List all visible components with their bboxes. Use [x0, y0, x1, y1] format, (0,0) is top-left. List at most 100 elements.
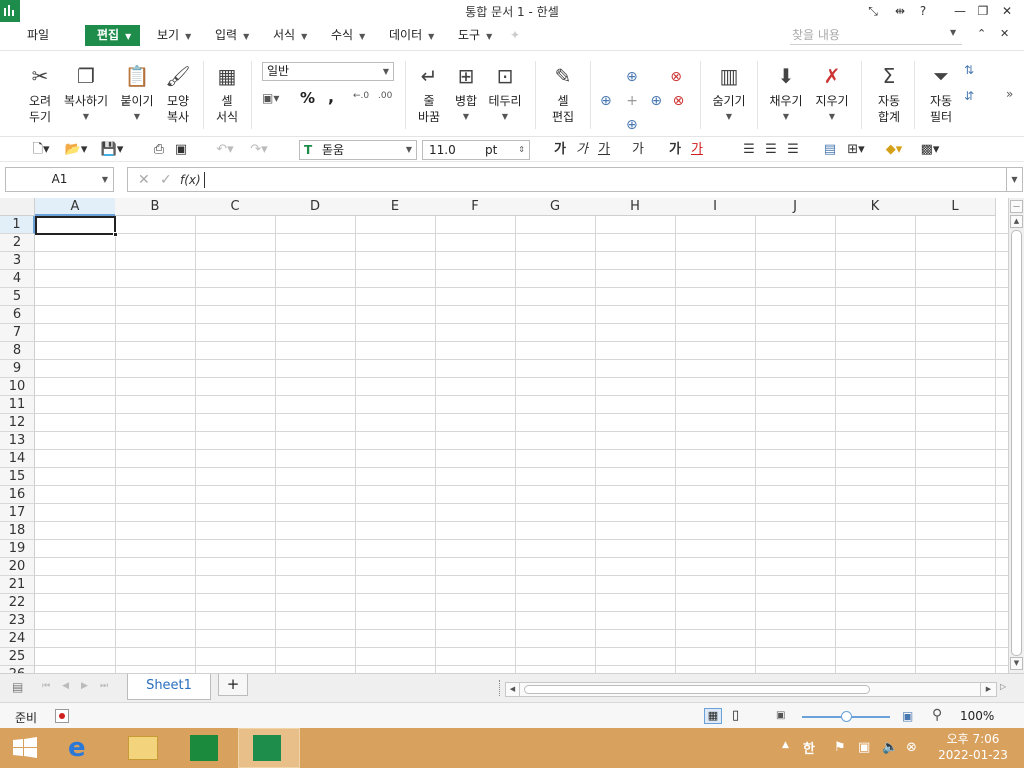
row-header-14[interactable]: 14 [0, 450, 35, 468]
volume-icon[interactable]: 🔈 [882, 740, 898, 755]
column-header-e[interactable]: E [355, 198, 436, 216]
row-header-13[interactable]: 13 [0, 432, 35, 450]
column-header-f[interactable]: F [435, 198, 516, 216]
horizontal-scroll-thumb[interactable] [524, 685, 870, 694]
spreadsheet-grid[interactable]: ABCDEFGHIJKL 1 2 3 4 5 6 7 8 9 10 11 12 13 14 15 16 17 18… [0, 198, 1008, 673]
selected-cell[interactable] [35, 216, 116, 235]
font-name-select[interactable]: T 돋움 ▼ [299, 140, 417, 160]
open-folder-icon[interactable]: 📂▾ [62, 141, 90, 159]
network-icon[interactable]: ▣ [858, 740, 870, 755]
notification-icon[interactable]: ⊗ [906, 740, 917, 755]
fill-handle[interactable] [113, 232, 118, 237]
hide-button[interactable]: ▥ 숨기기 ▼ [708, 63, 750, 125]
puzzle-icon[interactable]: ✦ [510, 28, 525, 43]
row-header-18[interactable]: 18 [0, 522, 35, 540]
format-painter-button[interactable]: 🖌 모양 복사 [160, 63, 196, 125]
chevron-up-icon[interactable]: ⌃ [977, 27, 986, 40]
menu-view[interactable]: 보기 ▼ [157, 26, 191, 46]
horizontal-scrollbar[interactable]: ◀ ▶ [505, 682, 997, 697]
ime-indicator[interactable]: 한 [803, 738, 815, 757]
search-input[interactable]: 찾을 내용 [790, 25, 962, 45]
zoom-icon[interactable]: ⚲ [932, 707, 942, 723]
row-header-16[interactable]: 16 [0, 486, 35, 504]
decrease-decimal-icon[interactable]: .00 [378, 91, 392, 101]
flag-icon[interactable]: ⚑ [834, 740, 846, 755]
column-header-l[interactable]: L [915, 198, 996, 216]
wrap-text-button[interactable]: ↵ 줄 바꿈 [412, 63, 446, 125]
zoom-out-icon[interactable]: ▣ [776, 710, 785, 721]
sheet-tab-sheet1[interactable]: Sheet1 [127, 674, 211, 700]
column-header-a[interactable]: A [35, 198, 116, 216]
merge-button[interactable]: ⊞ 병합 ▼ [450, 63, 482, 125]
zoom-level[interactable]: 100% [960, 709, 994, 723]
row-header-7[interactable]: 7 [0, 324, 35, 342]
row-header-10[interactable]: 10 [0, 378, 35, 396]
column-header-i[interactable]: I [675, 198, 756, 216]
delete-col-icon[interactable]: ⊗ [667, 93, 685, 109]
align-center-icon[interactable]: ☰ [763, 141, 779, 159]
column-header-c[interactable]: C [195, 198, 276, 216]
function-icon[interactable]: f(x) [180, 173, 201, 187]
restore-button[interactable]: ❐ [973, 2, 993, 20]
clock[interactable]: 오후 7:06 2022-01-23 [928, 731, 1018, 763]
comma-button[interactable]: , [328, 87, 334, 106]
confirm-icon[interactable]: ✓ [160, 172, 172, 188]
fullscreen-icon[interactable]: ⤡ [863, 2, 883, 20]
paste-button[interactable]: 📋 붙이기 ▼ [118, 63, 156, 125]
cell-format-button[interactable]: ▦ 셀 서식 [210, 63, 244, 125]
row-header-3[interactable]: 3 [0, 252, 35, 270]
row-header-8[interactable]: 8 [0, 342, 35, 360]
minimize-button[interactable]: — [950, 2, 970, 20]
zoom-slider-thumb[interactable] [841, 711, 852, 722]
italic-button[interactable]: 가 [575, 141, 589, 159]
cut-button[interactable]: ✂ 오려 두기 [22, 63, 58, 125]
delete-row-icon[interactable]: ⊗ [642, 69, 682, 85]
fill-button[interactable]: ⬇ 채우기 ▼ [766, 63, 806, 125]
row-header-15[interactable]: 15 [0, 468, 35, 486]
sort-ascending-icon[interactable]: ⇅ [964, 63, 974, 77]
font-effect-button[interactable]: 가 [631, 141, 645, 159]
insert-cell-icon[interactable]: ⊕ [642, 93, 662, 109]
vertical-scroll-thumb[interactable] [1011, 230, 1022, 656]
spinner-icon[interactable]: ⇕ [518, 141, 525, 159]
sheet-nav-icons[interactable]: ⏮◀▶⏭ [42, 681, 120, 691]
fill-color-icon[interactable]: ◆▾ [880, 141, 908, 159]
currency-format-icon[interactable]: ▣▾ [262, 91, 279, 105]
menu-input[interactable]: 입력 ▼ [215, 26, 249, 46]
column-header-h[interactable]: H [595, 198, 676, 216]
page-layout-icon[interactable]: ▯ [732, 708, 739, 723]
font-color-button[interactable]: 가 [690, 141, 704, 159]
add-sheet-button[interactable]: + [218, 674, 248, 696]
redo-icon[interactable]: ↷▾ [246, 141, 272, 159]
row-header-6[interactable]: 6 [0, 306, 35, 324]
insert-below-icon[interactable]: ⊕ [600, 113, 690, 137]
row-header-2[interactable]: 2 [0, 234, 35, 252]
insert-row-icon[interactable]: ⊕ ⊗ [600, 65, 690, 89]
select-all-corner[interactable] [0, 198, 35, 216]
column-header-g[interactable]: G [515, 198, 596, 216]
border-button[interactable]: ⊡ 테두리 ▼ [486, 63, 524, 125]
row-header-4[interactable]: 4 [0, 270, 35, 288]
align-right-icon[interactable]: ☰ [785, 141, 801, 159]
row-header-25[interactable]: 25 [0, 648, 35, 666]
store-icon[interactable] [174, 728, 236, 768]
undo-icon[interactable]: ↶▾ [212, 141, 238, 159]
row-header-20[interactable]: 20 [0, 558, 35, 576]
row-header-9[interactable]: 9 [0, 360, 35, 378]
cancel-icon[interactable]: ✕ [138, 172, 150, 188]
scroll-up-icon[interactable]: ▲ [1010, 215, 1023, 228]
formula-expand-icon[interactable]: ▼ [1007, 167, 1023, 192]
name-box[interactable]: A1 ▼ [5, 167, 114, 192]
hancell-taskbar-icon[interactable] [238, 728, 300, 768]
row-header-19[interactable]: 19 [0, 540, 35, 558]
zoom-in-icon[interactable]: ▣ [902, 709, 913, 723]
column-header-j[interactable]: J [755, 198, 836, 216]
scroll-down-icon[interactable]: ▼ [1010, 657, 1023, 670]
menu-data[interactable]: 데이터 ▼ [389, 26, 434, 46]
ribbon-expand-icon[interactable]: » [1006, 87, 1013, 101]
row-header-11[interactable]: 11 [0, 396, 35, 414]
autofilter-button[interactable]: ⏷ 자동 필터 [922, 63, 960, 125]
insert-col-icon[interactable]: ⊕ + ⊕ ⊗ [600, 89, 690, 113]
move-icon[interactable]: + [616, 93, 638, 109]
macro-record-icon[interactable] [55, 709, 69, 723]
